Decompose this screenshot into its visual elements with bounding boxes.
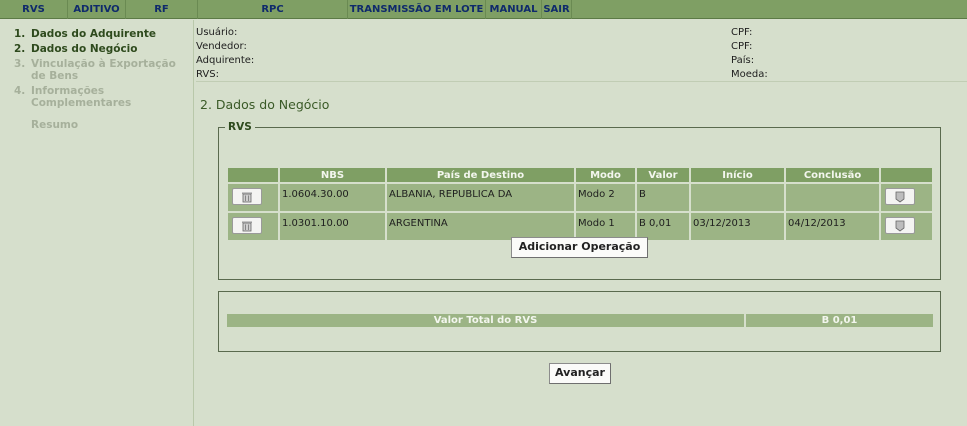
trash-icon — [242, 221, 252, 231]
action-cell — [881, 213, 932, 240]
delete-cell — [228, 213, 278, 240]
delete-button[interactable] — [232, 188, 262, 205]
step-number: 1. — [14, 28, 26, 40]
total-fieldset: Valor Total do RVS B 0,01 — [218, 291, 941, 352]
menu-rvs[interactable]: RVS — [0, 0, 68, 19]
conclusao-cell: 04/12/2013 — [786, 213, 879, 240]
sidebar-step-dados-adquirente[interactable]: 1. Dados do Adquirente — [0, 28, 193, 40]
moeda-label: Moeda: — [731, 69, 768, 80]
rvs-fieldset: RVS NBS País de Destino Modo Valor Iníci… — [218, 121, 941, 280]
pais-cell: ARGENTINA — [387, 213, 574, 240]
document-arrow-icon — [895, 220, 905, 231]
conclusao-cell — [786, 184, 879, 211]
inicio-cell — [691, 184, 784, 211]
sidebar-step-resumo: Resumo — [0, 119, 193, 131]
step-label: Dados do Negócio — [31, 43, 138, 55]
step-label: Informações Complementares — [31, 85, 132, 109]
edit-button[interactable] — [885, 188, 915, 205]
table-row: 1.0301.10.00 ARGENTINA Modo 1 B 0,01 03/… — [228, 213, 932, 240]
step-number: 3. — [14, 58, 26, 70]
action-cell — [881, 184, 932, 211]
step-label: Vinculação à Exportação de Bens — [31, 58, 176, 82]
rvs-legend: RVS — [225, 121, 255, 133]
valor-cell: B — [637, 184, 689, 211]
col-header-valor: Valor — [637, 168, 689, 182]
page-title: 2. Dados do Negócio — [200, 97, 330, 112]
edit-button[interactable] — [885, 217, 915, 234]
nbs-cell: 1.0301.10.00 — [280, 213, 385, 240]
cpf-label: CPF: — [731, 27, 753, 38]
step-label: Dados do Adquirente — [31, 28, 156, 40]
modo-cell: Modo 2 — [576, 184, 635, 211]
nbs-cell: 1.0604.30.00 — [280, 184, 385, 211]
col-header-action — [881, 168, 932, 182]
add-operation-button[interactable]: Adicionar Operação — [511, 237, 648, 258]
total-value: B 0,01 — [746, 314, 933, 327]
delete-cell — [228, 184, 278, 211]
col-header-delete — [228, 168, 278, 182]
total-label: Valor Total do RVS — [227, 314, 744, 327]
col-header-modo: Modo — [576, 168, 635, 182]
pais-label: País: — [731, 55, 755, 66]
table-row: 1.0604.30.00 ALBANIA, REPUBLICA DA Modo … — [228, 184, 932, 211]
inicio-cell: 03/12/2013 — [691, 213, 784, 240]
menu-aditivo[interactable]: ADITIVO — [68, 0, 126, 19]
sidebar-step-dados-negocio[interactable]: 2. Dados do Negócio — [0, 43, 193, 55]
cpf-label: CPF: — [731, 41, 753, 52]
menu-sair[interactable]: SAIR — [542, 0, 572, 19]
menu-transmissao-em-lote[interactable]: TRANSMISSÃO EM LOTE — [348, 0, 486, 19]
top-menu: RVS ADITIVO RF RPC TRANSMISSÃO EM LOTE M… — [0, 0, 967, 19]
operations-table: NBS País de Destino Modo Valor Início Co… — [226, 166, 934, 242]
modo-cell: Modo 1 — [576, 213, 635, 240]
sidebar: 1. Dados do Adquirente 2. Dados do Negóc… — [0, 20, 194, 426]
trash-icon — [242, 192, 252, 202]
col-header-inicio: Início — [691, 168, 784, 182]
menu-rf[interactable]: RF — [126, 0, 198, 19]
step-number: 2. — [14, 43, 26, 55]
menu-rpc[interactable]: RPC — [198, 0, 348, 19]
menu-manual[interactable]: MANUAL — [486, 0, 542, 19]
col-header-pais: País de Destino — [387, 168, 574, 182]
usuario-label: Usuário: — [196, 27, 238, 38]
col-header-conclusao: Conclusão — [786, 168, 879, 182]
col-header-nbs: NBS — [280, 168, 385, 182]
next-button[interactable]: Avançar — [549, 363, 611, 384]
info-header: Usuário: Vendedor: Adquirente: RVS: CPF:… — [196, 27, 967, 82]
delete-button[interactable] — [232, 217, 262, 234]
pais-cell: ALBANIA, REPUBLICA DA — [387, 184, 574, 211]
adquirente-label: Adquirente: — [196, 55, 255, 66]
step-label: Resumo — [31, 119, 79, 131]
document-arrow-icon — [895, 191, 905, 202]
sidebar-step-vinculacao: 3. Vinculação à Exportação de Bens — [0, 58, 193, 82]
sidebar-step-informacoes: 4. Informações Complementares — [0, 85, 193, 109]
vendedor-label: Vendedor: — [196, 41, 247, 52]
step-number: 4. — [14, 85, 26, 97]
valor-cell: B 0,01 — [637, 213, 689, 240]
rvs-label: RVS: — [196, 69, 219, 80]
